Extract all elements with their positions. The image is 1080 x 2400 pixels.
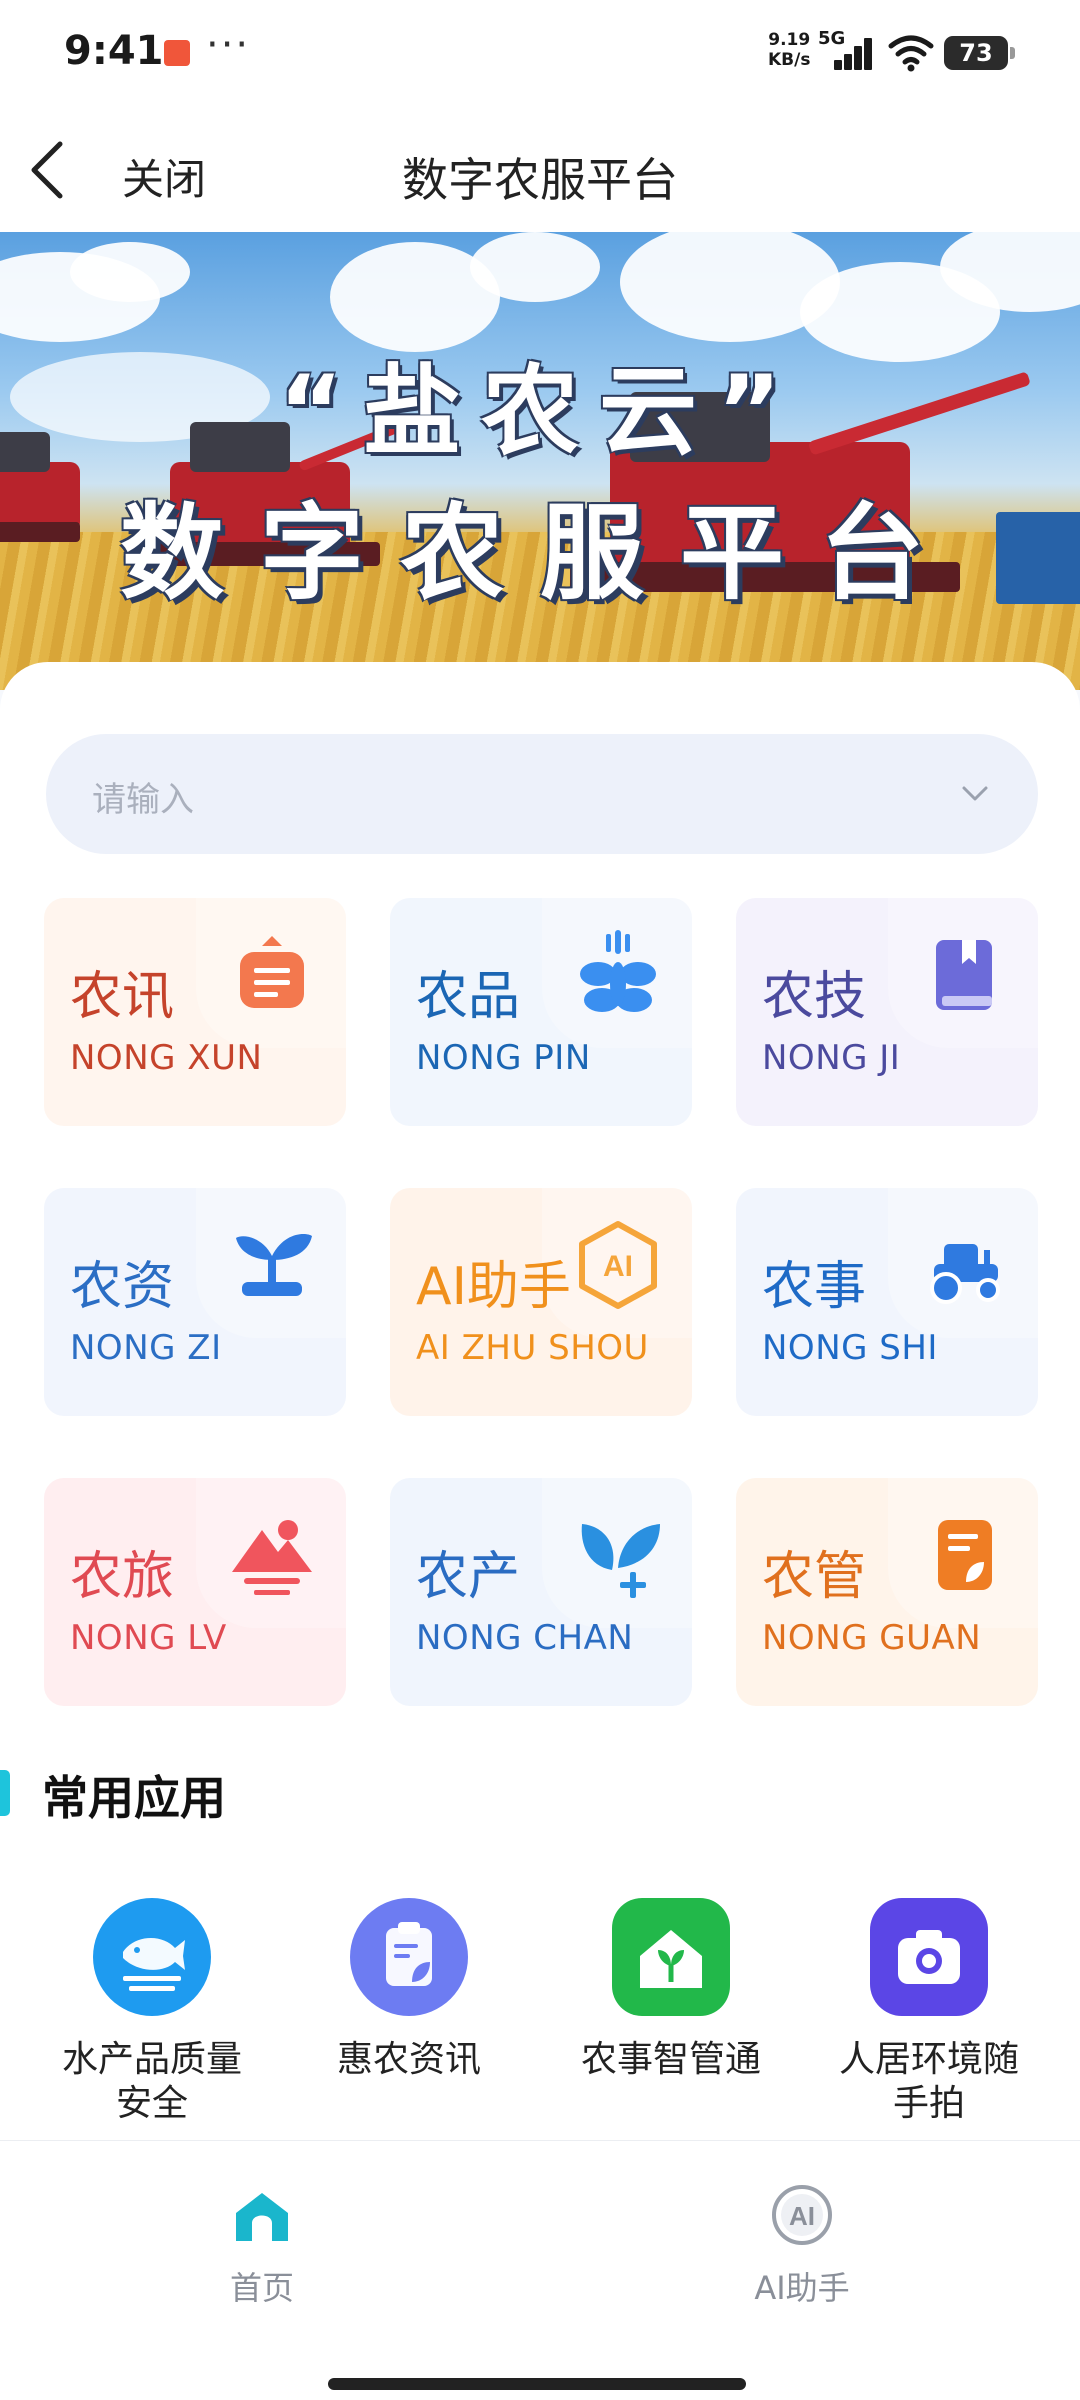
search-select[interactable]: 请输入 [46,734,1038,854]
notification-app-icon [164,40,190,66]
tile-subtitle: AI ZHU SHOU [416,1328,649,1368]
battery-icon: 73 [944,36,1015,70]
section-accent-bar [0,1770,10,1816]
app-label-line1: 水产品质量 [61,2039,242,2080]
app-label-line1: 人居环境随 [838,2039,1019,2080]
section-title-common-apps: 常用应用 [42,1771,226,1825]
leaf-plus-icon [581,1524,660,1598]
tile-subtitle: NONG LV [70,1618,227,1658]
app-label-line2: 安全 [115,2083,188,2124]
tile-ai-zhu-shou[interactable]: AI AI助手 AI ZHU SHOU [390,1188,692,1416]
search-placeholder: 请输入 [92,780,194,820]
tile-title: 农旅 [70,1547,175,1607]
house-sprout-icon [612,1898,730,2016]
app-aquatic-product-quality[interactable]: 水产品质量 安全 [27,1898,277,2126]
signal-icon [830,38,876,70]
home-indicator[interactable] [328,2378,746,2390]
tile-subtitle: NONG PIN [416,1038,591,1078]
svg-text:AI: AI [603,1250,633,1283]
newspaper-icon [240,936,304,1008]
tile-title: 农产 [416,1547,521,1607]
tab-ai-label: AI助手 [754,2269,850,2307]
chevron-down-icon[interactable] [960,778,990,808]
document-leaf-icon [938,1520,992,1590]
tile-title: 农管 [762,1547,867,1607]
tile-subtitle: NONG CHAN [416,1618,634,1658]
ai-circle-icon: AI [772,2185,832,2245]
app-living-env-photo[interactable]: 人居环境随 手拍 [804,1898,1054,2126]
tile-title: 农资 [70,1257,175,1317]
app-farm-news[interactable]: 惠农资讯 [284,1898,534,2082]
camera-icon [870,1898,988,2016]
tile-subtitle: NONG XUN [70,1038,263,1078]
mountain-sun-icon [232,1520,312,1595]
tile-nong-zi[interactable]: 农资 NONG ZI [44,1188,346,1416]
tab-home[interactable]: 首页 [162,2183,362,2309]
tile-subtitle: NONG JI [762,1038,901,1078]
network-speed-value: 9.19 [768,30,811,50]
app-label-line2: 手拍 [892,2083,965,2124]
status-time: 9:41 [64,28,164,74]
ai-hexagon-icon: AI [579,1221,657,1309]
banner-title-line2: 数字农服平台 [119,492,960,614]
bottom-tab-bar: 首页 AI AI助手 [0,2140,1080,2400]
tile-nong-lv[interactable]: 农旅 NONG LV [44,1478,346,1706]
tile-nong-guan[interactable]: 农管 NONG GUAN [736,1478,1038,1706]
tile-title: 农事 [762,1257,867,1317]
more-notifications-icon: ··· [206,22,251,68]
banner-title-line1: “盐农云” [278,355,802,469]
hero-banner: “盐农云” 数字农服平台 [0,232,1080,690]
page-title: 数字农服平台 [402,153,678,207]
tile-nong-xun[interactable]: 农讯 NONG XUN [44,898,346,1126]
sprout-icon [236,1234,312,1296]
wifi-icon [888,35,934,72]
clipboard-leaf-icon [350,1898,468,2016]
app-farm-smart-manage[interactable]: 农事智管通 [546,1898,796,2082]
tab-home-label: 首页 [229,2269,294,2307]
home-icon [236,2193,288,2241]
nav-bar: 关闭 数字农服平台 [0,108,1080,232]
tile-nong-shi[interactable]: 农事 NONG SHI [736,1188,1038,1416]
status-bar: 9:41 ··· 9.19 KB/s 5G 73 [0,0,1080,108]
network-speed-unit: KB/s [768,50,811,70]
fish-icon [93,1898,211,2016]
network-speed: 9.19 KB/s [768,30,810,70]
tile-title: 农技 [762,967,867,1027]
app-label-line1: 惠农资讯 [336,2039,481,2080]
tile-title: AI助手 [416,1257,571,1317]
tile-nong-chan[interactable]: 农产 NONG CHAN [390,1478,692,1706]
tile-nong-ji[interactable]: 农技 NONG JI [736,898,1038,1126]
app-label-line1: 农事智管通 [580,2039,761,2080]
wheat-icon [580,930,656,1012]
tile-title: 农品 [416,967,521,1027]
tile-title: 农讯 [70,967,175,1027]
book-icon [936,940,992,1010]
tile-subtitle: NONG GUAN [762,1618,982,1658]
svg-text:AI: AI [789,2201,815,2231]
tile-subtitle: NONG ZI [70,1328,222,1368]
tab-ai-assistant[interactable]: AI AI助手 [702,2183,902,2309]
tile-nong-pin[interactable]: 农品 NONG PIN [390,898,692,1126]
tractor-icon [930,1244,1000,1304]
tile-subtitle: NONG SHI [762,1328,938,1368]
